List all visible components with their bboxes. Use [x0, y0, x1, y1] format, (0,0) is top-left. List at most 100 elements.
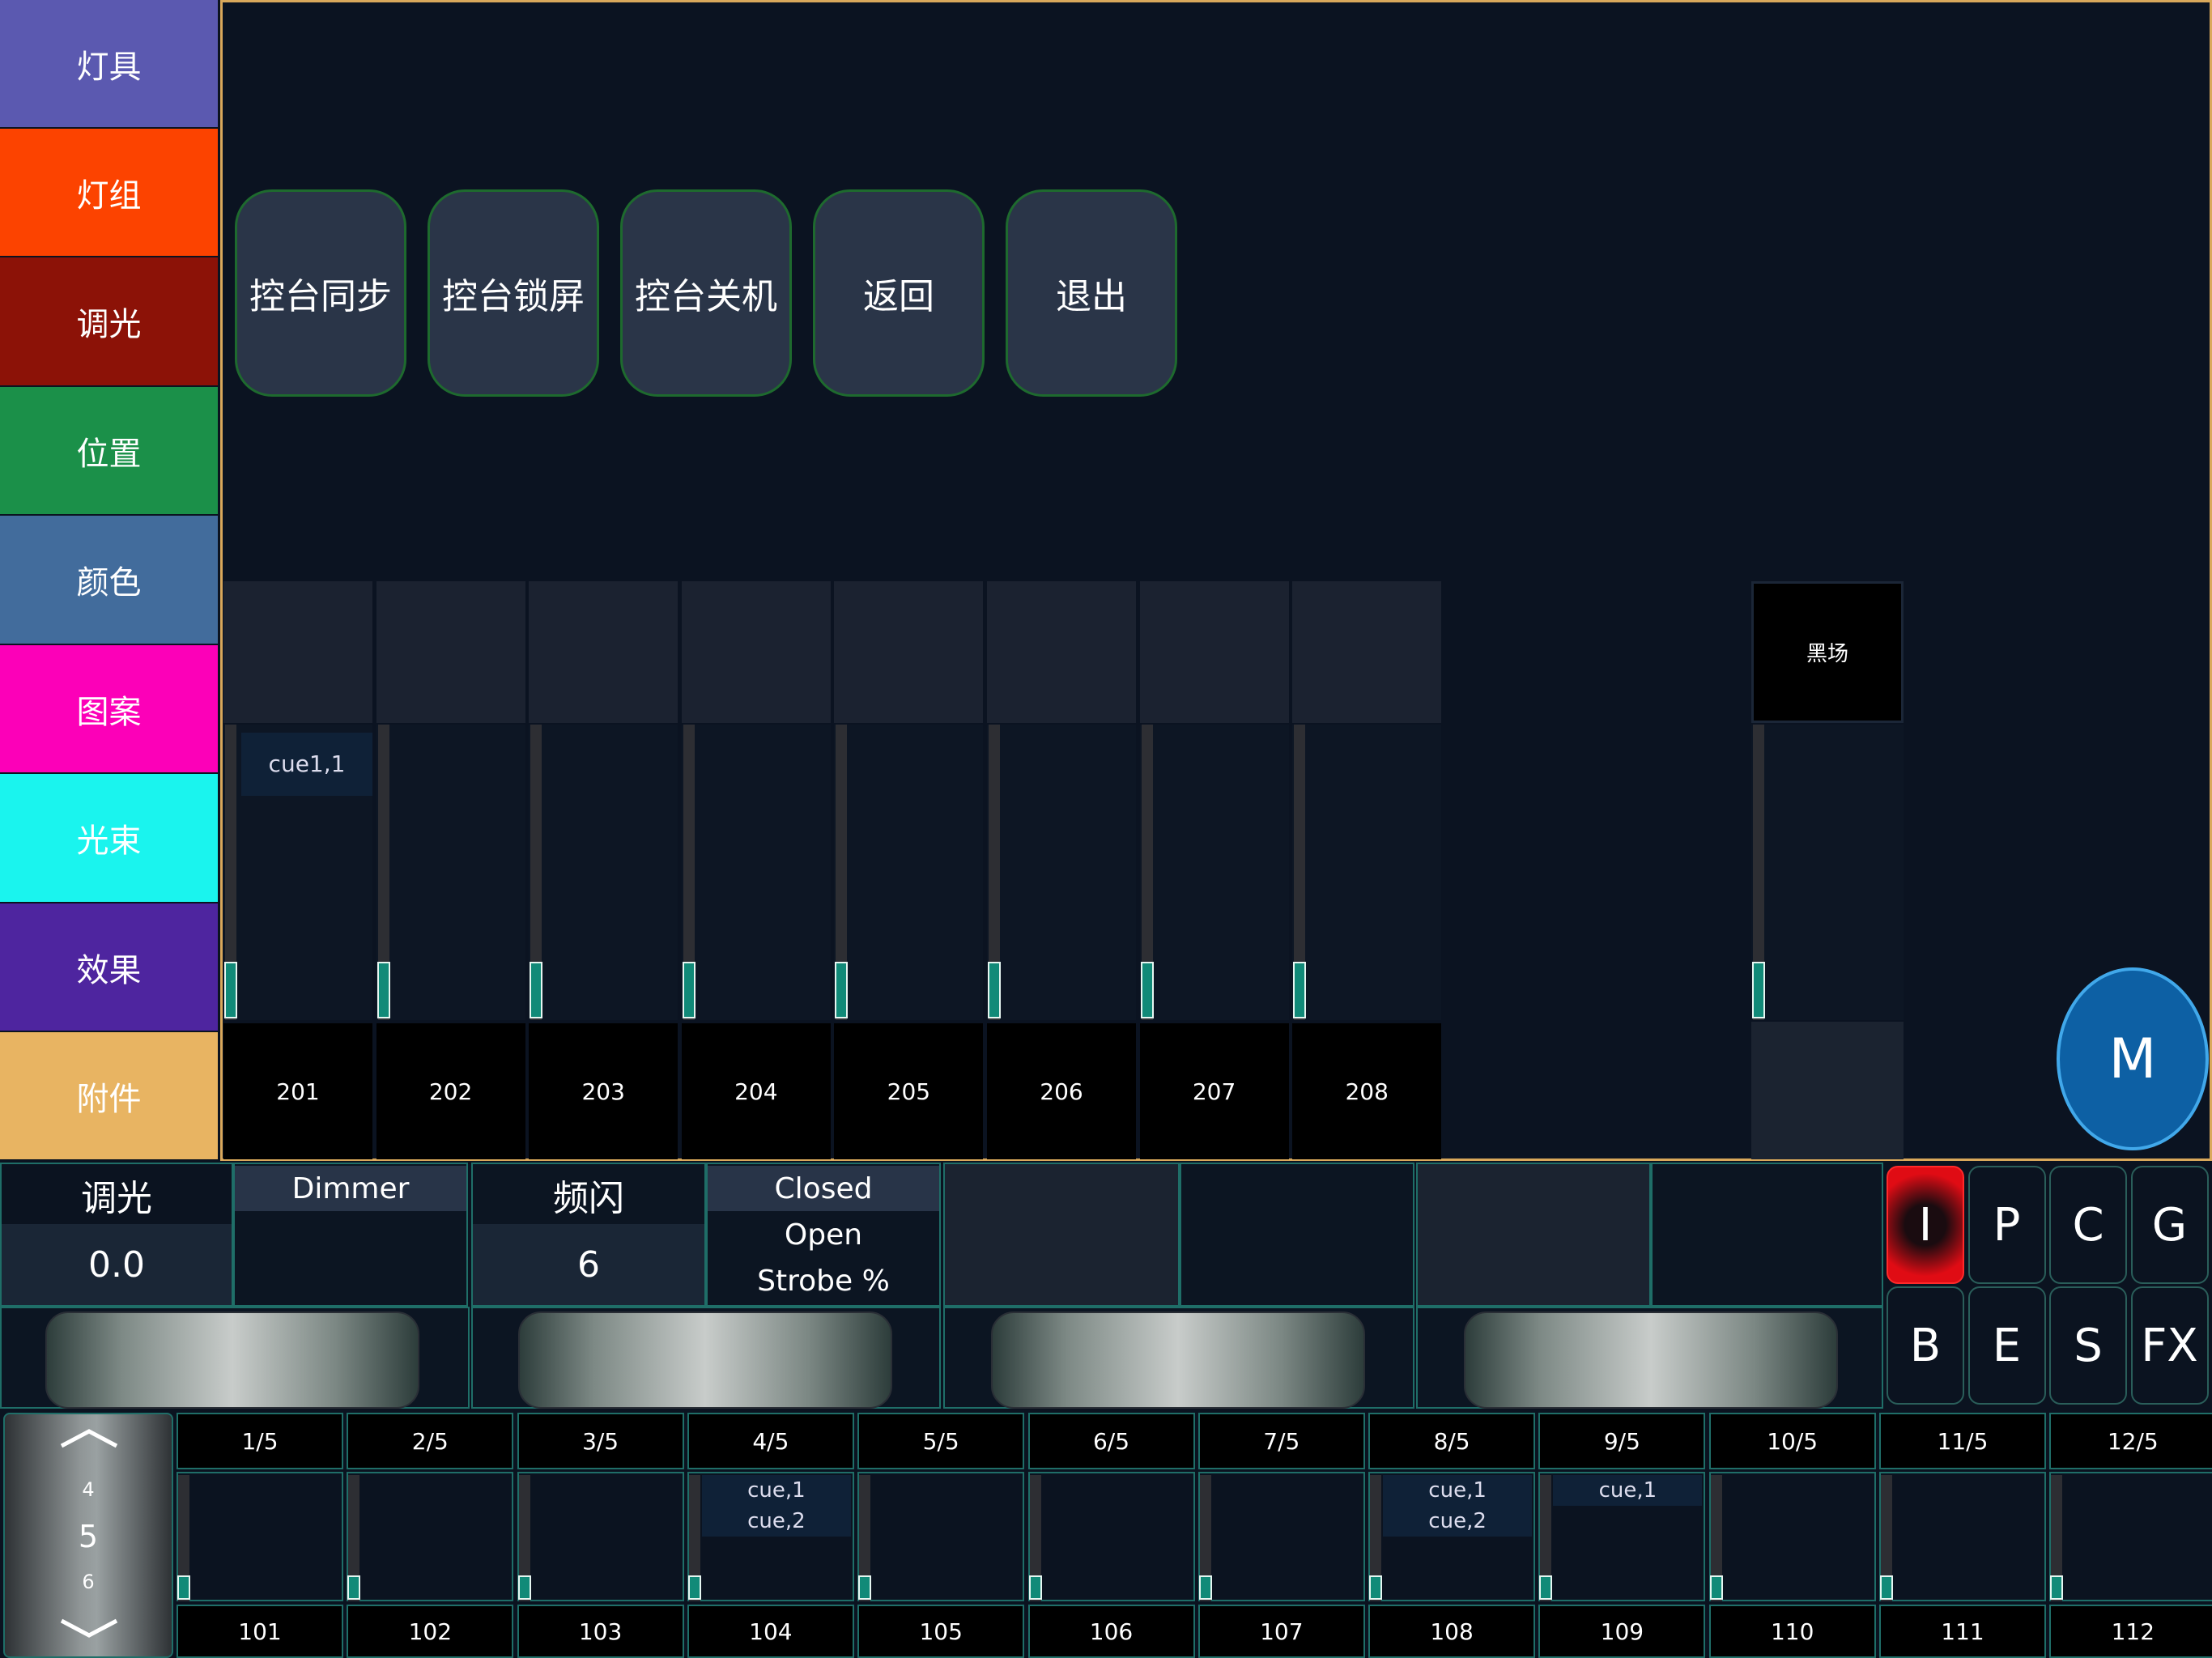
fader-header[interactable]	[834, 581, 984, 723]
encoder-wheel-2[interactable]	[518, 1312, 892, 1409]
sidebar-item-7[interactable]: 光束	[0, 774, 218, 902]
fader-body	[681, 725, 831, 1020]
page-tab-4[interactable]: 4/5	[687, 1413, 854, 1469]
strobe-option-3[interactable]: Strobe %	[708, 1258, 939, 1303]
fader-handle[interactable]	[835, 962, 849, 1018]
playback-handle[interactable]	[1198, 1575, 1212, 1600]
param-4-name-cell	[1416, 1163, 1651, 1307]
page-tab-7[interactable]: 7/5	[1197, 1413, 1365, 1469]
playback-slot[interactable]	[517, 1472, 684, 1601]
page-tab-1[interactable]: 1/5	[177, 1413, 343, 1469]
command-button-5[interactable]: 退出	[1006, 189, 1177, 397]
sidebar-item-1[interactable]: 灯具	[0, 0, 218, 127]
key-fx[interactable]: FX	[2130, 1286, 2209, 1405]
command-button-4[interactable]: 返回	[813, 189, 985, 397]
page-tab-6[interactable]: 6/5	[1027, 1413, 1195, 1469]
sidebar-item-6[interactable]: 图案	[0, 645, 218, 772]
playback-slot[interactable]	[177, 1472, 343, 1601]
key-s[interactable]: S	[2049, 1286, 2127, 1405]
page-tab-2[interactable]: 2/5	[347, 1413, 514, 1469]
playback-label: 104	[687, 1605, 854, 1658]
key-p[interactable]: P	[1967, 1166, 2046, 1284]
key-i[interactable]: I	[1887, 1166, 1964, 1284]
blackout-fader-handle[interactable]	[1752, 962, 1765, 1018]
param-1-attr: Dimmer	[235, 1166, 466, 1211]
fader-handle[interactable]	[1140, 962, 1154, 1018]
key-b[interactable]: B	[1887, 1286, 1964, 1405]
key-e[interactable]: E	[1967, 1286, 2046, 1405]
playback-handle[interactable]	[177, 1575, 190, 1600]
fader-body	[1139, 725, 1289, 1020]
playback-handle[interactable]	[1880, 1575, 1893, 1600]
blackout-footer	[1751, 1022, 1904, 1159]
playback-slot[interactable]	[1879, 1472, 2046, 1601]
param-4-attr-cell	[1651, 1163, 1883, 1307]
playback-label: 106	[1027, 1605, 1195, 1658]
page-tab-10[interactable]: 10/5	[1708, 1413, 1876, 1469]
key-c[interactable]: C	[2049, 1166, 2127, 1284]
playback-handle[interactable]	[1709, 1575, 1723, 1600]
m-button[interactable]: M	[2057, 967, 2209, 1150]
playback-handle[interactable]	[1028, 1575, 1042, 1600]
fader-handle[interactable]	[988, 962, 1001, 1018]
encoder-wheel-4[interactable]	[1464, 1312, 1838, 1409]
sidebar-item-5[interactable]: 颜色	[0, 516, 218, 644]
playback-slot[interactable]	[1197, 1472, 1365, 1601]
sidebar-item-3[interactable]: 调光	[0, 257, 218, 385]
playback-slot[interactable]	[1027, 1472, 1195, 1601]
fader-handle[interactable]	[1293, 962, 1307, 1018]
playback-handle[interactable]	[347, 1575, 361, 1600]
playback-handle[interactable]	[2050, 1575, 2064, 1600]
playback-handle[interactable]	[687, 1575, 701, 1600]
playback-slot[interactable]	[347, 1472, 514, 1601]
command-button-3[interactable]: 控台关机	[620, 189, 792, 397]
blackout-header[interactable]: 黑场	[1751, 581, 1904, 723]
playback-handle[interactable]	[1369, 1575, 1383, 1600]
fader-header[interactable]	[1139, 581, 1289, 723]
playback-handle[interactable]	[1539, 1575, 1553, 1600]
key-g[interactable]: G	[2130, 1166, 2209, 1284]
command-button-2[interactable]: 控台锁屏	[428, 189, 599, 397]
fader-cue: cue1,1	[241, 733, 372, 796]
playback-label: 109	[1538, 1605, 1706, 1658]
playback-handle[interactable]	[858, 1575, 872, 1600]
page-tab-12[interactable]: 12/5	[2049, 1413, 2212, 1469]
fader-handle[interactable]	[682, 962, 696, 1018]
page-tab-8[interactable]: 8/5	[1368, 1413, 1536, 1469]
fader-label: 202	[376, 1023, 525, 1159]
page-up-chevron-icon[interactable]	[57, 1426, 121, 1451]
playback-handle[interactable]	[517, 1575, 531, 1600]
encoder-wheel-1[interactable]	[45, 1312, 419, 1409]
page-tab-5[interactable]: 5/5	[857, 1413, 1025, 1469]
fader-header[interactable]	[376, 581, 525, 723]
fader-header[interactable]	[681, 581, 831, 723]
fader-header[interactable]	[223, 581, 372, 723]
fader-handle[interactable]	[224, 962, 237, 1018]
playback-slot[interactable]	[1708, 1472, 1876, 1601]
sidebar-item-9[interactable]: 附件	[0, 1032, 218, 1159]
page-tab-9[interactable]: 9/5	[1538, 1413, 1706, 1469]
fader-label: 207	[1139, 1023, 1289, 1159]
fader-header[interactable]	[987, 581, 1136, 723]
sidebar-item-8[interactable]: 效果	[0, 903, 218, 1031]
param-2-value[interactable]: 6	[473, 1224, 704, 1305]
fader-handle[interactable]	[376, 962, 390, 1018]
sidebar-item-2[interactable]: 灯组	[0, 129, 218, 256]
strobe-option-2[interactable]: Open	[708, 1212, 939, 1257]
command-button-1[interactable]: 控台同步	[235, 189, 406, 397]
fader-handle[interactable]	[530, 962, 543, 1018]
param-1-value[interactable]: 0.0	[2, 1224, 232, 1305]
playback-slot[interactable]	[857, 1472, 1025, 1601]
param-3-attr-cell	[1180, 1163, 1414, 1307]
sidebar-item-4[interactable]: 位置	[0, 387, 218, 514]
playback-cue: cue,2	[1383, 1506, 1533, 1537]
strobe-option-1[interactable]: Closed	[708, 1166, 939, 1211]
playback-label: 111	[1879, 1605, 2046, 1658]
fader-header[interactable]	[529, 581, 678, 723]
page-tab-11[interactable]: 11/5	[1879, 1413, 2046, 1469]
page-down-chevron-icon[interactable]	[57, 1616, 121, 1640]
playback-slot[interactable]	[2049, 1472, 2212, 1601]
page-tab-3[interactable]: 3/5	[517, 1413, 684, 1469]
encoder-wheel-3[interactable]	[991, 1312, 1365, 1409]
fader-header[interactable]	[1292, 581, 1442, 723]
